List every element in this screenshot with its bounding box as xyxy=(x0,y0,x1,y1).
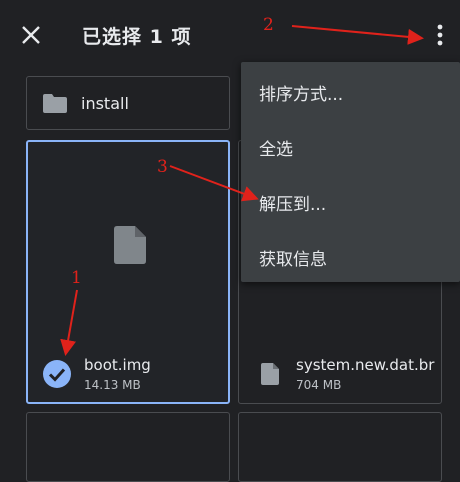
menu-item-select-all[interactable]: 全选 xyxy=(259,135,293,160)
menu-item-sort[interactable]: 排序方式... xyxy=(259,80,343,105)
file-size: 14.13 MB xyxy=(84,378,141,392)
menu-item-get-info[interactable]: 获取信息 xyxy=(259,245,327,270)
file-icon xyxy=(114,226,146,264)
folder-item-install[interactable]: install xyxy=(26,76,230,130)
folder-name: install xyxy=(81,94,129,113)
close-button[interactable] xyxy=(18,22,44,48)
file-item[interactable] xyxy=(26,412,230,482)
folder-icon xyxy=(43,94,67,113)
annotation-number-2: 2 xyxy=(263,15,274,35)
file-item[interactable] xyxy=(238,412,442,482)
file-size: 704 MB xyxy=(296,378,342,392)
menu-item-extract-to[interactable]: 解压到... xyxy=(259,190,326,215)
top-app-bar: 已选择 1 项 xyxy=(0,0,460,70)
selection-title: 已选择 1 项 xyxy=(82,26,192,48)
check-circle-icon[interactable] xyxy=(42,359,72,389)
file-item-boot-img[interactable]: boot.img 14.13 MB xyxy=(26,140,230,404)
file-icon xyxy=(261,363,279,385)
file-name: boot.img xyxy=(84,356,151,374)
annotation-number-1: 1 xyxy=(71,268,82,288)
file-name: system.new.dat.br xyxy=(296,356,435,374)
more-options-button[interactable] xyxy=(428,22,452,48)
annotation-number-3: 3 xyxy=(157,157,168,177)
close-icon xyxy=(22,26,40,44)
overflow-menu: 排序方式... 全选 解压到... 获取信息 xyxy=(241,62,460,282)
more-vert-icon xyxy=(437,24,443,46)
